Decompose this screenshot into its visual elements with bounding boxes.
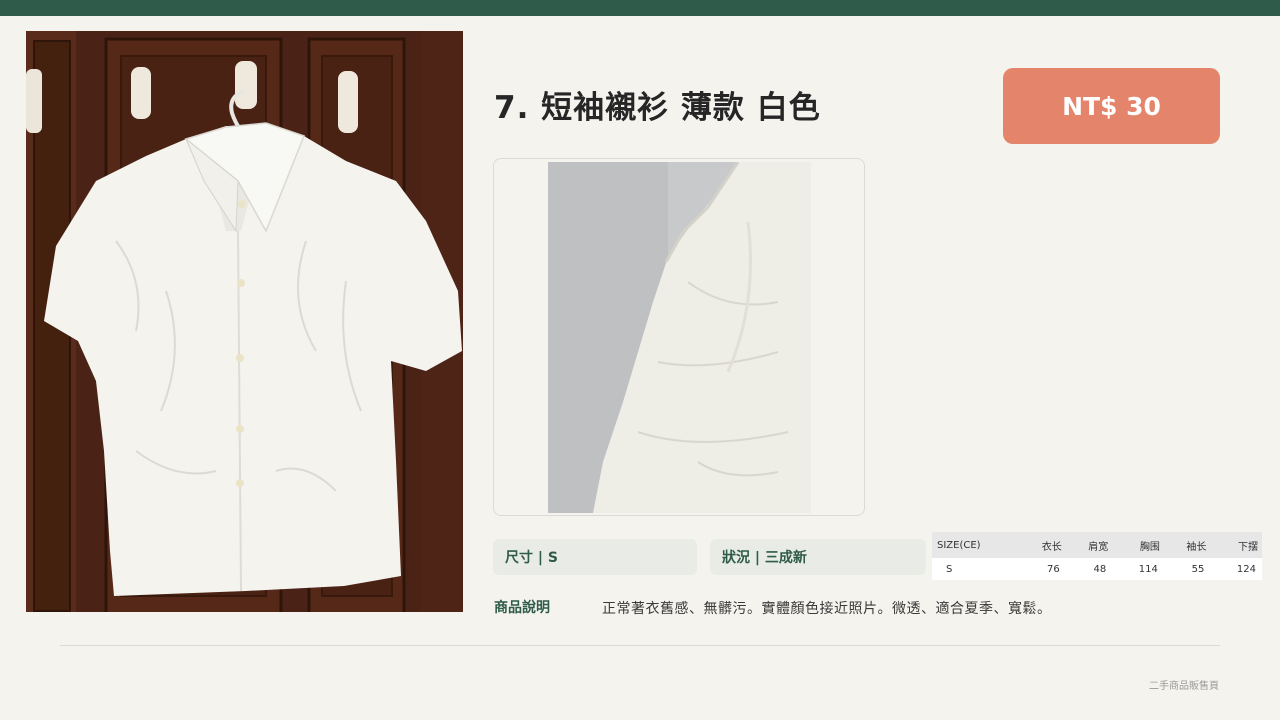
shirt-photo-illustration — [26, 31, 463, 612]
size-chart-cell: S — [932, 558, 1020, 580]
condition-chip: 狀況 | 三成新 — [710, 539, 926, 575]
size-chart-cell: 48 — [1065, 558, 1113, 580]
product-main-photo[interactable] — [26, 31, 463, 612]
footer-divider — [60, 645, 1220, 646]
size-chart-cell: 124 — [1210, 558, 1262, 580]
description-label: 商品說明 — [494, 600, 550, 616]
footer-text: 二手商品販售頁 — [1149, 681, 1219, 692]
product-title: 7. 短袖襯衫 薄款 白色 — [494, 90, 821, 126]
size-chart-row: S 76 48 114 55 124 — [932, 558, 1262, 580]
size-chart-cell: 114 — [1112, 558, 1164, 580]
price-label: NT$ 30 — [1062, 91, 1161, 121]
product-detail-photo[interactable] — [548, 162, 811, 513]
description-text: 正常著衣舊感、無髒污。實體顏色接近照片。微透、適合夏季、寬鬆。 — [602, 601, 1052, 617]
size-chart-header: 下摆 — [1210, 532, 1262, 558]
size-chart-header: 衣长 — [1019, 532, 1066, 558]
size-chart-table: SIZE(CE) 衣长 肩宽 胸围 袖长 下摆 S 76 48 114 55 1… — [932, 532, 1262, 580]
price-badge: NT$ 30 — [1003, 68, 1220, 144]
detail-photo-frame — [493, 158, 865, 516]
size-chart-header-row: SIZE(CE) 衣长 肩宽 胸围 袖长 下摆 — [932, 532, 1262, 558]
size-chart-header: 胸围 — [1112, 532, 1164, 558]
size-chart-header: SIZE(CE) — [932, 532, 1020, 558]
size-chart-header: 肩宽 — [1065, 532, 1113, 558]
size-chip: 尺寸 | S — [493, 539, 697, 575]
top-accent-bar — [0, 0, 1280, 16]
size-chart-cell: 76 — [1019, 558, 1066, 580]
fabric-closeup-illustration — [548, 162, 811, 513]
size-chart-header: 袖长 — [1163, 532, 1211, 558]
size-chart-cell: 55 — [1163, 558, 1211, 580]
